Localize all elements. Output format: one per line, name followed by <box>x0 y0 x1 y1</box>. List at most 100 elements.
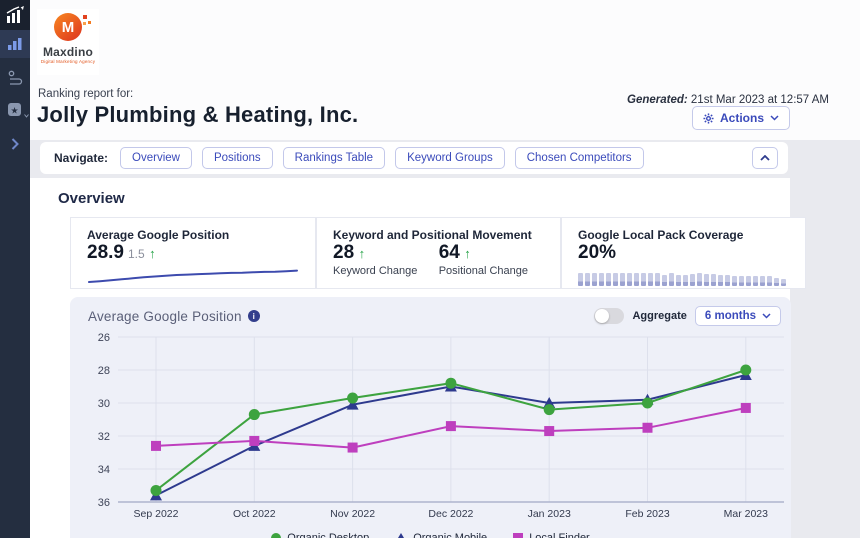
avg-position-value: 28.9 <box>87 242 124 263</box>
svg-text:Sep 2022: Sep 2022 <box>134 508 179 520</box>
local-pack-bar <box>613 273 618 286</box>
local-pack-bar <box>620 273 625 286</box>
chevron-down-icon <box>24 114 29 118</box>
generated-label: Generated: <box>627 94 688 106</box>
movement-card[interactable]: Keyword and Positional Movement 28 ↑ Key… <box>316 217 561 289</box>
logo-letter: M <box>62 19 75 36</box>
sidebar-item-reviews[interactable]: ★ <box>0 96 30 124</box>
local-pack-title: Google Local Pack Coverage <box>578 228 791 242</box>
actions-button[interactable]: Actions <box>692 106 790 130</box>
local-pack-bar <box>711 274 716 286</box>
local-pack-bar <box>648 273 653 286</box>
keyword-change-value: 28 <box>333 242 354 263</box>
chevron-right-icon <box>11 138 19 150</box>
local-pack-bar <box>781 279 786 286</box>
tab-rankings-table[interactable]: Rankings Table <box>283 147 385 169</box>
local-pack-card[interactable]: Google Local Pack Coverage 20% <box>561 217 806 289</box>
sidebar: ★ <box>0 0 30 538</box>
bar-chart-growth-icon <box>5 6 25 24</box>
local-pack-bar <box>676 275 681 286</box>
positional-change-block: 64 ↑ Positional Change <box>439 242 528 277</box>
sidebar-expand-button[interactable] <box>0 130 30 158</box>
chart-header: Average Google Position i Aggregate 6 mo… <box>70 305 791 327</box>
logo-pixel <box>83 15 87 19</box>
sidebar-item-locations[interactable] <box>0 64 30 92</box>
svg-text:36: 36 <box>98 497 110 509</box>
chevron-up-icon <box>760 155 770 161</box>
agency-name: Maxdino <box>43 45 93 59</box>
positional-change-value: 64 <box>439 242 460 263</box>
range-dropdown[interactable]: 6 months <box>695 306 781 326</box>
avg-position-card[interactable]: Average Google Position 28.91.5 ↑ <box>70 217 316 289</box>
legend-item-local-finder[interactable]: Local Finder <box>513 532 590 538</box>
generated-timestamp: Generated: 21st Mar 2023 at 12:57 AM <box>627 94 829 106</box>
agency-tagline: Digital Marketing Agency <box>41 59 95 64</box>
report-for-label: Ranking report for: <box>38 88 133 100</box>
generated-value: 21st Mar 2023 at 12:57 AM <box>688 94 829 106</box>
circle-marker-icon <box>271 533 281 538</box>
svg-text:26: 26 <box>98 332 110 344</box>
local-pack-bar <box>578 273 583 286</box>
navigate-label: Navigate: <box>54 151 108 165</box>
local-pack-bar <box>732 276 737 286</box>
local-pack-bar <box>662 275 667 286</box>
legend-item-organic-desktop[interactable]: Organic Desktop <box>271 532 369 538</box>
star-badge-icon: ★ <box>7 102 24 118</box>
svg-text:32: 32 <box>98 431 110 443</box>
svg-text:Feb 2023: Feb 2023 <box>625 508 670 520</box>
logo-pixel <box>88 21 91 24</box>
svg-text:30: 30 <box>98 398 110 410</box>
up-arrow-icon: ↑ <box>359 246 366 261</box>
up-arrow-icon: ↑ <box>149 246 156 261</box>
toggle-knob <box>595 309 609 323</box>
local-pack-bar <box>746 276 751 286</box>
local-pack-bar <box>690 274 695 286</box>
info-icon[interactable]: i <box>248 310 260 322</box>
overview-panel: Overview Average Google Position 28.91.5… <box>30 178 790 538</box>
tab-overview[interactable]: Overview <box>120 147 192 169</box>
legend-item-organic-mobile[interactable]: Organic Mobile <box>395 532 487 538</box>
maxdino-logo-mark: M <box>54 13 82 41</box>
svg-text:Nov 2022: Nov 2022 <box>330 508 375 520</box>
local-pack-bar <box>641 273 646 286</box>
app-logo[interactable] <box>0 0 30 30</box>
avg-position-sparkline <box>87 268 301 290</box>
local-pack-bar <box>634 273 639 286</box>
svg-text:★: ★ <box>10 106 18 116</box>
local-pack-bar <box>585 273 590 286</box>
chart-controls: Aggregate 6 months <box>594 306 781 326</box>
gear-icon <box>703 113 714 124</box>
legend-label: Local Finder <box>529 532 590 538</box>
range-value: 6 months <box>705 310 756 322</box>
local-pack-bar <box>697 273 702 286</box>
local-pack-bar <box>760 276 765 286</box>
page-title: Jolly Plumbing & Heating, Inc. <box>37 102 358 128</box>
square-marker-icon <box>513 533 523 538</box>
collapse-navigate-button[interactable] <box>752 147 778 169</box>
local-pack-bar <box>599 273 604 286</box>
report-header: M Maxdino Digital Marketing Agency Ranki… <box>30 0 860 140</box>
local-pack-bar <box>655 273 660 286</box>
movement-title: Keyword and Positional Movement <box>333 228 546 242</box>
overview-heading: Overview <box>58 190 790 207</box>
sidebar-item-rankings[interactable] <box>0 30 30 58</box>
local-pack-bar <box>606 273 611 286</box>
legend-label: Organic Mobile <box>413 532 487 538</box>
tab-chosen-competitors[interactable]: Chosen Competitors <box>515 147 644 169</box>
local-pack-bar <box>739 276 744 286</box>
navigate-bar: Navigate: Overview Positions Rankings Ta… <box>40 142 788 174</box>
avg-position-title: Average Google Position <box>87 228 301 242</box>
aggregate-toggle[interactable] <box>594 308 624 324</box>
svg-text:Jan 2023: Jan 2023 <box>528 508 571 520</box>
navigate-strip: Navigate: Overview Positions Rankings Ta… <box>30 140 860 178</box>
svg-text:34: 34 <box>98 464 110 476</box>
position-line-chart: 262830323436Sep 2022Oct 2022Nov 2022Dec … <box>70 327 791 523</box>
local-pack-bar <box>627 273 632 286</box>
tab-positions[interactable]: Positions <box>202 147 273 169</box>
aggregate-label: Aggregate <box>632 310 686 322</box>
tab-keyword-groups[interactable]: Keyword Groups <box>395 147 505 169</box>
local-pack-bar <box>669 273 674 286</box>
chart-title: Average Google Position <box>88 309 242 324</box>
triangle-marker-icon <box>395 533 407 538</box>
chevron-down-icon <box>762 313 771 319</box>
